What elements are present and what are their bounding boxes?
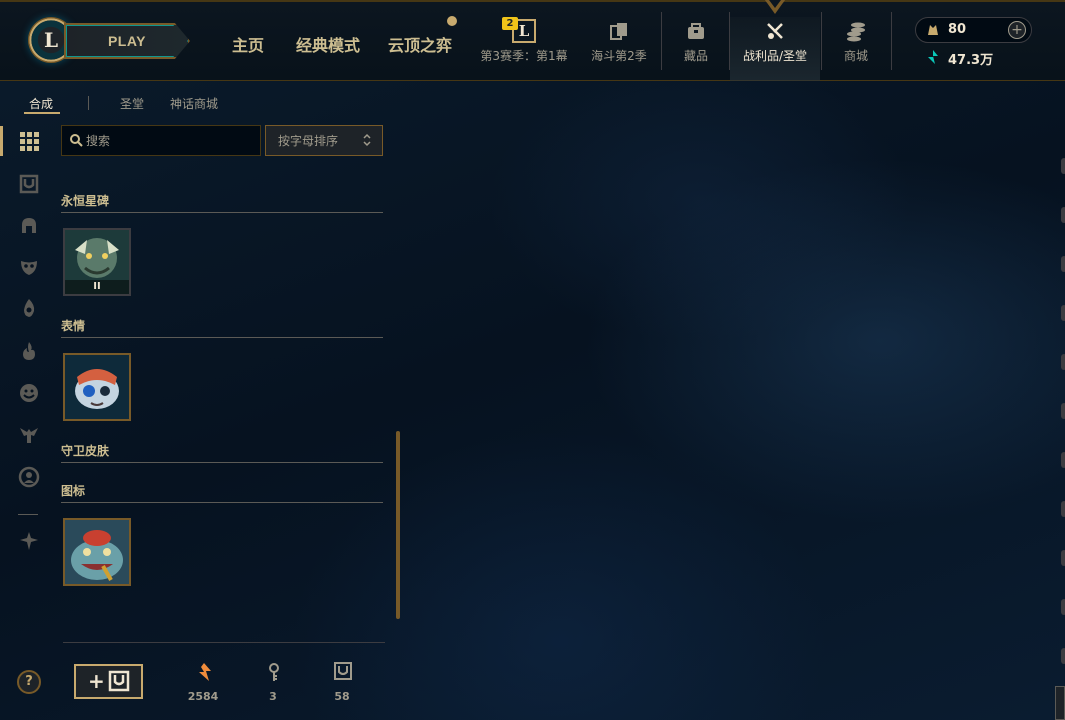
nav-tft[interactable]: 云顶之弈 (388, 32, 452, 56)
orange-essence-count: 2584 (187, 690, 219, 703)
emote-art (65, 355, 129, 419)
notification-dot (447, 16, 457, 26)
tab-active-underline (24, 112, 60, 114)
edge-decoration (1061, 599, 1065, 615)
loot-icon (767, 23, 783, 39)
nav-loot-label: 战利品/圣堂 (742, 49, 808, 63)
chest-icon (108, 670, 130, 692)
nav-store-label: 商城 (843, 49, 868, 63)
craft-plus-label: + (88, 669, 105, 693)
tab-crafting[interactable]: 合成 (29, 95, 53, 112)
flame-icon[interactable] (18, 340, 40, 362)
chest-icon (334, 662, 352, 680)
rp-balance: 80 (948, 22, 967, 37)
summoner-icon-art (65, 520, 129, 584)
sort-chevron-icon (363, 133, 371, 147)
key-count: 3 (269, 690, 277, 703)
edge-decoration (1061, 501, 1065, 517)
clash-cards-icon (610, 23, 627, 40)
edge-decoration (1061, 207, 1065, 223)
section-title-eternals: 永恒星碑 (61, 194, 110, 208)
sort-dropdown-label: 按字母排序 (278, 134, 339, 148)
edge-decoration (1061, 354, 1065, 370)
list-scrollbar[interactable] (396, 431, 400, 619)
tab-divider (88, 96, 89, 110)
edge-decoration (1061, 403, 1065, 419)
skin-mask-icon[interactable] (18, 256, 40, 278)
riot-points-icon (928, 25, 938, 35)
edge-decoration (1061, 550, 1065, 566)
nav-divider (821, 12, 822, 70)
edge-decoration (1061, 256, 1065, 272)
section-title-ward-skins: 守卫皮肤 (61, 444, 110, 458)
loot-item-eternal[interactable]: II (63, 228, 131, 296)
right-edge (1060, 81, 1065, 720)
nav-clash[interactable]: 海斗第2季 (586, 17, 652, 77)
edge-decoration (1061, 305, 1065, 321)
bottom-divider (63, 642, 385, 643)
season-level-badge: 2 (502, 17, 518, 30)
eternal-series-badge: II (93, 281, 101, 292)
other-loot-icon[interactable] (18, 530, 40, 552)
collection-bag-icon (688, 23, 704, 39)
edge-block (1055, 686, 1065, 720)
play-button[interactable]: PLAY (64, 23, 190, 59)
grid-all-icon[interactable] (18, 130, 40, 152)
section-title-emotes: 表情 (61, 319, 86, 333)
buy-rp-button[interactable]: + (1008, 21, 1026, 39)
nav-loot[interactable]: 战利品/圣堂 (730, 17, 820, 81)
champion-helmet-icon[interactable] (18, 215, 40, 237)
loot-item-emote[interactable] (63, 353, 131, 421)
nav-store[interactable]: 商城 (826, 17, 886, 77)
ward-icon[interactable] (18, 297, 40, 319)
store-coins-icon (847, 22, 865, 42)
nav-classic[interactable]: 经典模式 (296, 32, 360, 56)
nav-collection[interactable]: 藏品 (668, 17, 724, 77)
search-input[interactable] (86, 127, 256, 154)
nav-clash-label: 海斗第2季 (591, 49, 647, 63)
section-divider (61, 502, 383, 503)
tft-companion-icon[interactable] (18, 424, 40, 446)
edge-decoration (1061, 158, 1065, 174)
blue-essence-balance: 47.3万 (948, 53, 994, 68)
nav-home[interactable]: 主页 (232, 32, 264, 56)
nav-collection-label: 藏品 (683, 49, 708, 63)
emote-smiley-icon[interactable] (18, 382, 40, 404)
rail-active-indicator (0, 126, 3, 156)
section-divider (61, 462, 383, 463)
section-title-icons: 图标 (61, 484, 86, 498)
background-art (0, 81, 1065, 720)
tab-mythic-shop[interactable]: 神话商城 (170, 95, 218, 112)
chest-count: 58 (334, 690, 350, 703)
season-label: 第3赛季：第1幕 (480, 49, 568, 63)
edge-decoration (1061, 648, 1065, 664)
nav-divider (891, 12, 892, 70)
chest-icon[interactable] (18, 173, 40, 195)
loot-item-icon[interactable] (63, 518, 131, 586)
blue-essence-icon (928, 50, 938, 64)
key-icon (269, 663, 279, 681)
category-rail (0, 122, 56, 720)
section-divider (61, 212, 383, 213)
orange-essence-icon (199, 663, 211, 681)
nav-divider (661, 12, 662, 70)
section-divider (61, 337, 383, 338)
edge-decoration (1061, 452, 1065, 468)
rail-divider (18, 514, 38, 515)
tab-sanctum[interactable]: 圣堂 (120, 95, 144, 112)
search-icon (70, 134, 83, 147)
profile-icon[interactable] (18, 466, 40, 488)
help-button[interactable]: ? (17, 670, 41, 694)
